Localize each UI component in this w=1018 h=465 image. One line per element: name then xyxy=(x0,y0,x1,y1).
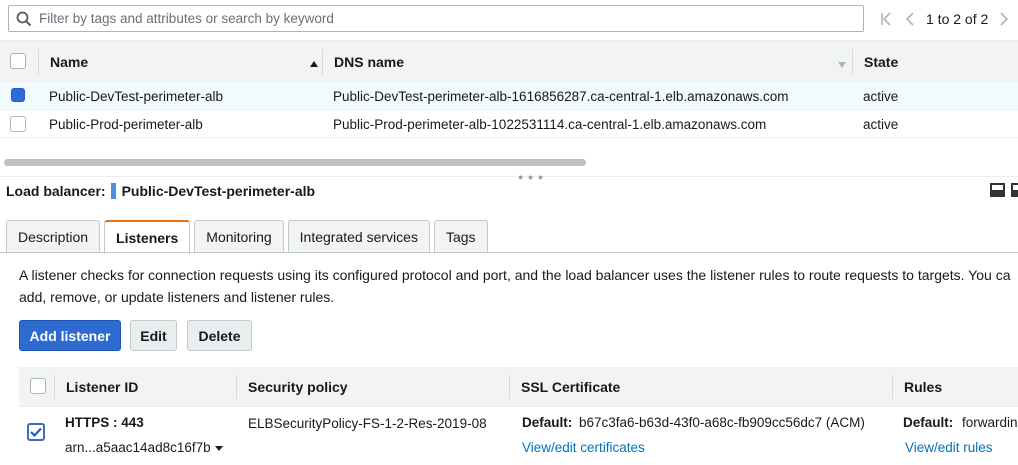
select-all-listeners-checkbox[interactable] xyxy=(30,378,46,394)
pane-divider xyxy=(0,176,1018,177)
column-divider xyxy=(54,375,55,399)
filter-bar: 1 to 2 of 2 xyxy=(0,0,1018,38)
selection-marker xyxy=(110,183,116,199)
caret-down-icon xyxy=(214,445,223,451)
tabs-baseline xyxy=(0,252,1018,253)
sort-caret-icon[interactable] xyxy=(837,57,847,73)
detail-lb-name: Public-DevTest-perimeter-alb xyxy=(121,183,316,199)
detail-tabs: Description Listeners Monitoring Integra… xyxy=(6,220,492,254)
pane-controls xyxy=(990,183,1018,197)
grid-header: Name DNS name State xyxy=(0,40,1018,82)
rules-default-label: Default: xyxy=(903,415,954,430)
tab-tags[interactable]: Tags xyxy=(433,220,488,253)
column-divider xyxy=(852,49,853,75)
next-page-icon[interactable] xyxy=(992,8,1016,30)
detail-title: Load balancer: Public-DevTest-perimeter-… xyxy=(6,182,315,200)
column-divider xyxy=(236,375,237,399)
column-header-security-policy[interactable]: Security policy xyxy=(248,367,348,407)
listener-row-checkbox[interactable] xyxy=(27,423,45,441)
column-divider xyxy=(322,49,323,75)
table-row[interactable]: Public-Prod-perimeter-alb Public-Prod-pe… xyxy=(0,110,1018,138)
row-checkbox[interactable] xyxy=(10,116,26,132)
listener-arn-dropdown[interactable]: arn...a5aac14ad8c16f7b xyxy=(65,440,224,455)
resize-handle-icon[interactable]: ● ● ● xyxy=(518,172,544,182)
row-state: active xyxy=(863,116,899,132)
row-dns: Public-DevTest-perimeter-alb-1616856287.… xyxy=(333,88,789,104)
listeners-table-header: Listener ID Security policy SSL Certific… xyxy=(19,367,1018,407)
column-header-state[interactable]: State xyxy=(864,41,898,83)
column-header-rules[interactable]: Rules xyxy=(904,367,942,407)
ssl-default-label: Default: xyxy=(522,415,573,430)
horizontal-scrollbar[interactable] xyxy=(4,159,586,166)
select-all-checkbox[interactable] xyxy=(10,53,26,69)
row-state: active xyxy=(863,88,899,104)
row-dns: Public-Prod-perimeter-alb-1022531114.ca-… xyxy=(333,116,767,132)
view-edit-rules-link[interactable]: View/edit rules xyxy=(905,440,993,455)
row-name: Public-Prod-perimeter-alb xyxy=(49,116,203,132)
delete-button[interactable]: Delete xyxy=(187,320,252,351)
ssl-certificate-value: b67c3fa6-b63d-43f0-a68c-fb909cc56dc7 (AC… xyxy=(579,415,865,430)
tab-integrated-services[interactable]: Integrated services xyxy=(287,220,430,253)
dock-bottom-icon[interactable] xyxy=(990,183,1005,197)
sort-ascending-icon[interactable] xyxy=(309,56,319,72)
listener-row[interactable]: HTTPS : 443 arn...a5aac14ad8c16f7b ELBSe… xyxy=(19,407,1018,465)
column-divider xyxy=(892,375,893,399)
pager-text: 1 to 2 of 2 xyxy=(926,11,989,27)
column-header-listener-id[interactable]: Listener ID xyxy=(66,367,138,407)
listener-arn: arn...a5aac14ad8c16f7b xyxy=(65,440,211,455)
row-name: Public-DevTest-perimeter-alb xyxy=(49,88,224,104)
column-header-dns[interactable]: DNS name xyxy=(334,41,404,83)
pagination: 1 to 2 of 2 xyxy=(874,8,1016,30)
tab-listeners[interactable]: Listeners xyxy=(104,220,191,254)
search-box[interactable] xyxy=(8,5,864,32)
description-line: A listener checks for connection request… xyxy=(19,267,1011,283)
column-divider xyxy=(38,49,39,75)
search-input[interactable] xyxy=(39,9,839,28)
listeners-description: A listener checks for connection request… xyxy=(19,264,1018,308)
column-header-ssl-certificate[interactable]: SSL Certificate xyxy=(521,367,620,407)
detail-label: Load balancer: xyxy=(6,183,106,199)
view-edit-certificates-link[interactable]: View/edit certificates xyxy=(522,440,645,455)
table-row[interactable]: Public-DevTest-perimeter-alb Public-DevT… xyxy=(0,82,1018,110)
rules-default-value: forwardin xyxy=(962,415,1018,430)
search-icon xyxy=(16,11,32,27)
column-divider xyxy=(509,375,510,399)
edit-button[interactable]: Edit xyxy=(130,320,177,351)
tab-description[interactable]: Description xyxy=(6,220,101,253)
dock-side-icon[interactable] xyxy=(1011,183,1018,197)
listener-protocol-port: HTTPS : 443 xyxy=(65,415,144,430)
first-page-icon[interactable] xyxy=(874,8,898,30)
description-line: add, remove, or update listeners and lis… xyxy=(19,289,335,305)
tab-monitoring[interactable]: Monitoring xyxy=(194,220,284,253)
add-listener-button[interactable]: Add listener xyxy=(19,320,121,351)
listener-security-policy: ELBSecurityPolicy-FS-1-2-Res-2019-08 xyxy=(248,416,487,431)
row-checkbox[interactable] xyxy=(11,88,25,102)
checkmark-icon xyxy=(30,427,42,437)
column-header-name[interactable]: Name xyxy=(50,41,88,83)
previous-page-icon[interactable] xyxy=(898,8,922,30)
